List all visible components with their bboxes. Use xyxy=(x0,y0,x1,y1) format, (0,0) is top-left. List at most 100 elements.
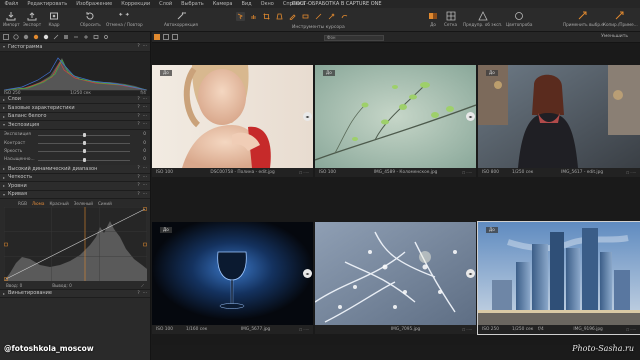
rating-icon[interactable]: ☐ ····· xyxy=(626,171,636,175)
split-handle-icon[interactable]: ◂▸ xyxy=(466,112,475,121)
slider-knob[interactable] xyxy=(82,157,86,162)
capture-tab-icon[interactable] xyxy=(13,34,19,40)
crop-tool-icon[interactable] xyxy=(262,12,271,21)
rating-icon[interactable]: ☐ ····· xyxy=(299,171,309,175)
clarity-panel-header[interactable]: ▸ Четкость ? ··· xyxy=(0,173,150,183)
slider-knob[interactable] xyxy=(82,140,86,145)
exposure-panel-header[interactable]: ▾ Экспозиция ? ··· xyxy=(0,121,150,130)
copy-apply-button[interactable]: Копир./Приме... xyxy=(603,10,638,27)
rating-icon[interactable]: ☐ ····· xyxy=(626,328,636,332)
settings-tab-icon[interactable] xyxy=(103,34,109,40)
rating-icon[interactable]: ☐ ····· xyxy=(299,328,309,332)
split-handle-icon[interactable]: ◂▸ xyxy=(303,112,312,121)
help-icon[interactable]: ? xyxy=(137,44,139,49)
curve-output-value[interactable]: 0 xyxy=(69,283,72,288)
picker-icon[interactable]: ⟋ xyxy=(141,283,144,288)
help-icon[interactable]: ? xyxy=(137,166,139,171)
more-icon[interactable]: ··· xyxy=(143,44,147,49)
pointer-tool-icon[interactable] xyxy=(236,12,245,21)
annotate-tool-icon[interactable] xyxy=(340,12,349,21)
curve-tab-red[interactable]: Красный xyxy=(49,201,68,206)
list-view-icon[interactable] xyxy=(172,34,178,40)
more-icon[interactable]: ··· xyxy=(143,291,147,296)
more-icon[interactable]: ··· xyxy=(143,122,147,127)
before-button[interactable]: До xyxy=(427,10,439,27)
color-tab-icon[interactable] xyxy=(33,34,39,40)
curve-tab-luma[interactable]: Люма xyxy=(32,201,44,206)
more-icon[interactable]: ··· xyxy=(143,183,147,188)
exposure-tab-icon[interactable] xyxy=(43,34,49,40)
curve-tab-rgb[interactable]: RGB xyxy=(18,201,27,206)
help-icon[interactable]: ? xyxy=(137,175,139,180)
help-icon[interactable]: ? xyxy=(137,114,139,119)
batch-tab-icon[interactable] xyxy=(93,34,99,40)
help-icon[interactable]: ? xyxy=(137,105,139,110)
slider-knob[interactable] xyxy=(82,149,86,154)
menu-edit[interactable]: Редактировать xyxy=(23,1,72,7)
help-icon[interactable]: ? xyxy=(137,183,139,188)
export-button[interactable]: Экспорт xyxy=(23,10,41,27)
filmstrip-view-icon[interactable] xyxy=(163,34,169,40)
grid-button[interactable]: Сетка xyxy=(444,10,457,27)
slider-value[interactable]: 0 xyxy=(143,157,146,162)
split-handle-icon[interactable]: ◂▸ xyxy=(466,269,475,278)
thumbnail[interactable]: ◂▸ IMG_7095.jpg ☐ ····· xyxy=(315,222,476,334)
help-icon[interactable]: ? xyxy=(137,192,139,197)
frame-button[interactable]: Кадр xyxy=(48,10,60,27)
hand-tool-icon[interactable] xyxy=(249,12,258,21)
rating-icon[interactable]: ☐ ····· xyxy=(462,328,472,332)
more-icon[interactable]: ··· xyxy=(143,166,147,171)
more-icon[interactable]: ··· xyxy=(143,97,147,102)
import-button[interactable]: Импорт xyxy=(3,10,20,27)
slider-value[interactable]: 0 xyxy=(143,149,146,154)
thumbnail[interactable]: До ◂▸ ISO 100 DSC00758 - Полина - edit.j… xyxy=(152,65,313,177)
local-tab-icon[interactable] xyxy=(63,34,69,40)
split-handle-icon[interactable]: ◂▸ xyxy=(303,269,312,278)
gradient-tool-icon[interactable] xyxy=(314,12,323,21)
help-icon[interactable]: ? xyxy=(137,97,139,102)
menu-view[interactable]: Вид xyxy=(237,1,256,7)
base-characteristics-panel-header[interactable]: ▸ Базовые характеристики ? ··· xyxy=(0,104,150,113)
thumbnail[interactable]: До ISO 250 1/250 сек f/4 IMG_9196.jpg ☐ … xyxy=(477,221,640,335)
slider-knob[interactable] xyxy=(82,132,86,137)
menu-image[interactable]: Изображение xyxy=(72,1,117,7)
hdr-panel-header[interactable]: ▸ Высокий динамический диапазон ? ··· xyxy=(0,165,150,174)
keystone-tool-icon[interactable] xyxy=(275,12,284,21)
eyedropper-tool-icon[interactable] xyxy=(327,12,336,21)
menu-select[interactable]: Выбрать xyxy=(177,1,209,7)
thumbnail[interactable]: До ◂▸ ISO 100 1/160 сек IMG_5677.jpg ☐ ·… xyxy=(152,222,313,334)
menu-window[interactable]: Окно xyxy=(256,1,278,7)
thumbnail[interactable]: До ◂▸ ISO 100 IMG_4589 - Коломенское.jpg… xyxy=(315,65,476,177)
rating-icon[interactable]: ☐ ····· xyxy=(462,171,472,175)
library-tab-icon[interactable] xyxy=(3,34,9,40)
curve-editor[interactable] xyxy=(3,206,148,282)
curve-tab-green[interactable]: Зеленый xyxy=(74,201,93,206)
grid-view-icon[interactable] xyxy=(154,34,160,40)
slider-value[interactable]: 0 xyxy=(143,141,146,146)
menu-layer[interactable]: Слой xyxy=(155,1,177,7)
reset-button[interactable]: Сбросить xyxy=(80,10,101,27)
curve-tab-blue[interactable]: Синий xyxy=(98,201,112,206)
curve-input-value[interactable]: 0 xyxy=(20,283,23,288)
vignetting-panel-header[interactable]: ▸ Виньетирование ? ··· xyxy=(0,289,150,298)
menu-camera[interactable]: Камера xyxy=(208,1,237,7)
autocorrect-button[interactable]: Автокоррекция xyxy=(164,10,198,27)
more-icon[interactable]: ··· xyxy=(143,192,147,197)
curve-panel-header[interactable]: ▾ Кривая ? ··· xyxy=(0,190,150,200)
white-balance-panel-header[interactable]: ▸ Баланс белого ? ··· xyxy=(0,112,150,121)
more-icon[interactable]: ··· xyxy=(143,114,147,119)
help-icon[interactable]: ? xyxy=(137,122,139,127)
histogram-panel-header[interactable]: ▾ Гистограмма ? ··· xyxy=(0,43,150,52)
thumbnail[interactable]: До ISO 800 1/250 сек IMG_5617 - edit.jpg… xyxy=(478,65,640,177)
eraser-tool-icon[interactable] xyxy=(301,12,310,21)
sort-label[interactable]: Уменьшить xyxy=(601,34,628,39)
levels-panel-header[interactable]: ▸ Уровни ? ··· xyxy=(0,182,150,191)
more-icon[interactable]: ··· xyxy=(143,175,147,180)
more-icon[interactable]: ··· xyxy=(143,105,147,110)
layers-panel-header[interactable]: ▸ Слои ? ··· xyxy=(0,95,150,104)
details-tab-icon[interactable] xyxy=(53,34,59,40)
exposure-warning-button[interactable]: Предупр. об эксп. xyxy=(463,10,503,27)
lens-tab-icon[interactable] xyxy=(23,34,29,40)
undo-redo-button[interactable]: Отмена / Повтор xyxy=(106,10,143,27)
menu-file[interactable]: Файл xyxy=(0,1,23,7)
